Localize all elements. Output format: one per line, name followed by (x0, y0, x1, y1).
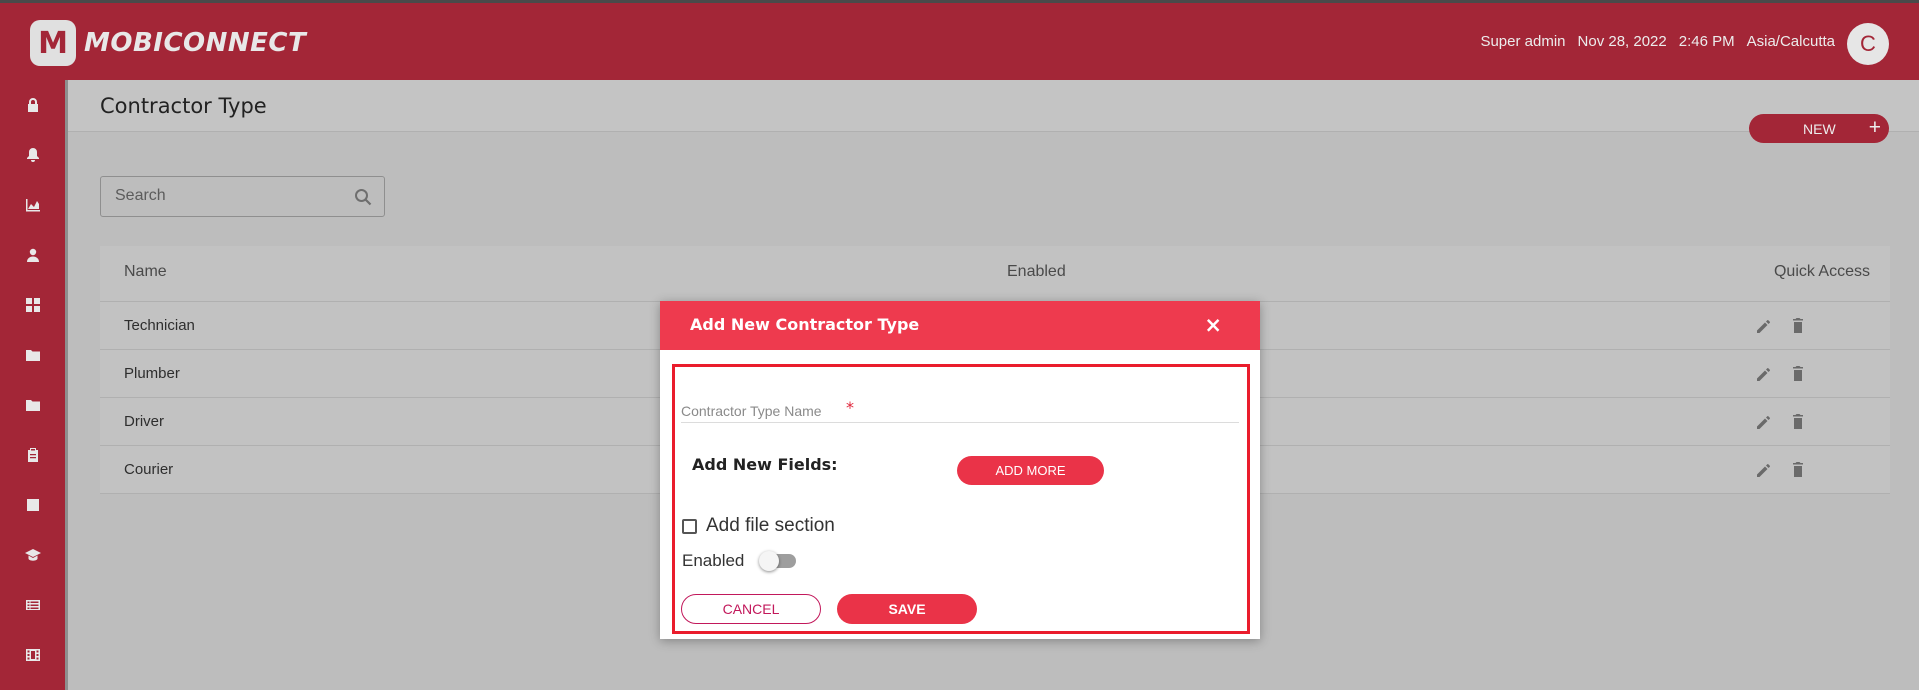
top-bar: M MOBICONNECT Super admin Nov 28, 2022 2… (0, 0, 1919, 80)
sidebar-item-folder-1[interactable] (0, 330, 65, 380)
chart-icon (25, 199, 40, 212)
sidebar-item-lock[interactable] (0, 80, 65, 130)
new-button[interactable]: NEW + (1749, 114, 1889, 143)
close-icon[interactable]: × (1204, 313, 1222, 337)
enabled-label: Enabled (682, 551, 745, 570)
file-section-label[interactable]: Add file section (706, 515, 835, 537)
timezone: Asia/Calcutta (1746, 33, 1835, 50)
folder-icon (25, 400, 40, 411)
delete-icon[interactable] (1788, 412, 1808, 432)
edit-icon[interactable] (1754, 364, 1774, 384)
search-input[interactable] (115, 187, 335, 205)
row-name: Plumber (124, 365, 180, 382)
page-title: Contractor Type (100, 94, 267, 118)
app-logo[interactable]: M MOBICONNECT (30, 20, 306, 66)
row-name: Driver (124, 413, 164, 430)
sidebar-item-notifications[interactable] (0, 130, 65, 180)
enabled-row: Enabled (682, 551, 797, 571)
dialog-header: Add New Contractor Type × (660, 301, 1260, 350)
sidebar-item-media[interactable] (0, 630, 65, 680)
clipboard-icon (27, 448, 38, 462)
search-icon[interactable] (354, 188, 372, 210)
row-actions (1754, 364, 1808, 384)
logo-mark: M (30, 20, 76, 66)
search-box[interactable] (100, 176, 385, 217)
logo-text: MOBICONNECT (84, 28, 307, 58)
film-icon (25, 649, 40, 661)
sidebar-item-training[interactable] (0, 530, 65, 580)
column-header-enabled[interactable]: Enabled (1007, 263, 1066, 281)
user-name: Super admin (1480, 33, 1566, 50)
row-name: Technician (124, 317, 195, 334)
add-more-button[interactable]: ADD MORE (957, 456, 1104, 485)
delete-icon[interactable] (1788, 364, 1808, 384)
dialog-body: Contractor Type Name * Add New Fields: A… (672, 364, 1250, 634)
page-header: Contractor Type (68, 80, 1919, 132)
user-info: Super admin Nov 28, 2022 2:46 PM Asia/Ca… (1480, 33, 1835, 50)
add-new-fields-label: Add New Fields: (692, 455, 838, 474)
current-time: 2:46 PM (1678, 33, 1735, 50)
bell-icon (26, 148, 39, 162)
add-contractor-type-dialog: Add New Contractor Type × Contractor Typ… (660, 301, 1260, 639)
row-actions (1754, 460, 1808, 480)
file-section-row: Add file section (682, 515, 835, 537)
save-button[interactable]: SAVE (837, 594, 977, 624)
table-header: Name Enabled Quick Access (100, 246, 1890, 302)
row-actions (1754, 412, 1808, 432)
sidebar-item-users[interactable] (0, 230, 65, 280)
plus-icon: + (1868, 116, 1881, 139)
contractor-type-name-input[interactable] (681, 397, 1239, 422)
avatar[interactable]: C (1847, 23, 1889, 65)
sidebar-item-reports[interactable] (0, 180, 65, 230)
row-name: Courier (124, 461, 174, 478)
cancel-button[interactable]: CANCEL (681, 594, 821, 624)
current-date: Nov 28, 2022 (1577, 33, 1667, 50)
column-header-quick-access: Quick Access (1773, 263, 1870, 280)
delete-icon[interactable] (1788, 460, 1808, 480)
user-icon (26, 248, 39, 262)
enabled-toggle[interactable] (759, 551, 797, 571)
sidebar-item-folder-2[interactable] (0, 380, 65, 430)
sidebar-item-square[interactable] (0, 480, 65, 530)
toggle-knob[interactable] (759, 551, 780, 571)
edit-icon[interactable] (1754, 460, 1774, 480)
graduation-cap-icon (24, 549, 41, 561)
new-button-label: NEW (1803, 120, 1836, 137)
list-icon (25, 600, 40, 610)
row-actions (1754, 316, 1808, 336)
sidebar-item-dashboard[interactable] (0, 280, 65, 330)
delete-icon[interactable] (1788, 316, 1808, 336)
column-header-name[interactable]: Name (124, 263, 167, 281)
grid-icon (25, 298, 40, 312)
sidebar-item-clipboard[interactable] (0, 430, 65, 480)
lock-icon (27, 98, 38, 112)
edit-icon[interactable] (1754, 316, 1774, 336)
dialog-title: Add New Contractor Type (690, 315, 920, 334)
sidebar-item-list[interactable] (0, 580, 65, 630)
add-file-section-checkbox[interactable] (682, 518, 697, 534)
square-icon (26, 499, 39, 511)
contractor-type-name-field[interactable]: Contractor Type Name * (681, 397, 1239, 423)
edit-icon[interactable] (1754, 412, 1774, 432)
sidebar (0, 80, 65, 690)
folder-icon (25, 350, 40, 361)
